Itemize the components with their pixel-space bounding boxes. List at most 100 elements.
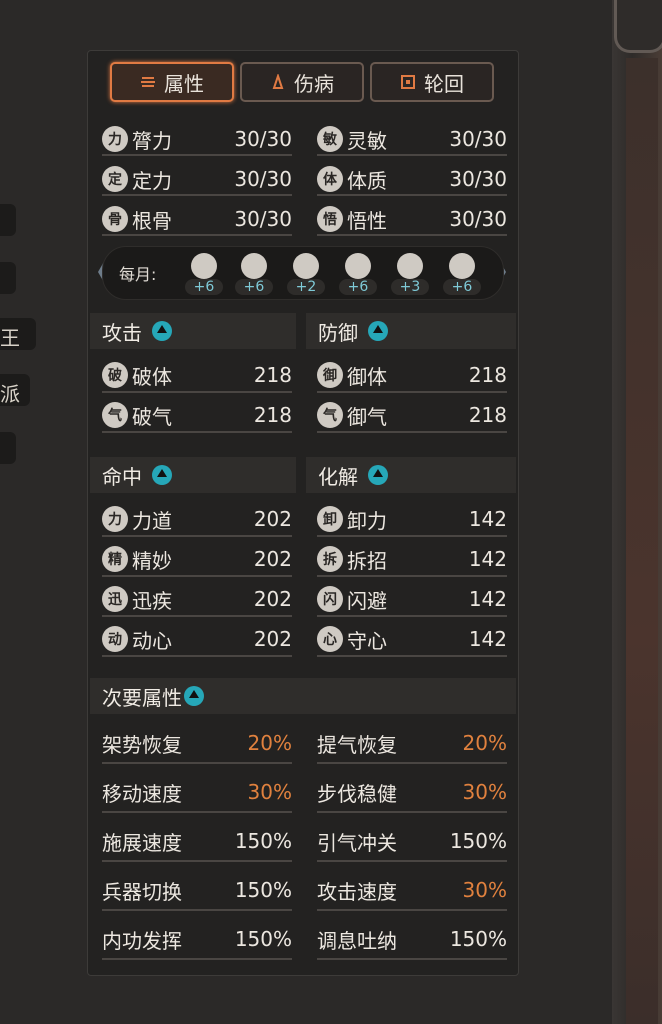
- divider: [102, 860, 292, 862]
- arm-icon: [191, 253, 217, 279]
- section-title: 攻击: [102, 320, 142, 345]
- left-tab-stub[interactable]: 王: [0, 318, 36, 350]
- tab-injuries[interactable]: 伤病: [240, 62, 364, 102]
- up-arrow-icon[interactable]: [184, 686, 204, 706]
- heart-hand-icon: 动: [102, 626, 128, 652]
- secondary-label: 调息吐纳: [317, 928, 397, 953]
- stat-row: 迅迅疾 202: [102, 582, 292, 616]
- secondary-row: 架势恢复 20%: [102, 726, 292, 760]
- stat-label: 守心: [347, 628, 387, 653]
- section-attack: 攻击: [90, 313, 296, 349]
- stat-row: 精精妙 202: [102, 542, 292, 576]
- divider: [102, 615, 292, 617]
- attribute-row: 悟 悟性 30/30: [317, 202, 507, 236]
- lightning-icon: 闪: [317, 586, 343, 612]
- stat-row: 心守心 142: [317, 622, 507, 656]
- stat-value: 202: [253, 547, 292, 571]
- stat-row: 闪闪避 142: [317, 582, 507, 616]
- secondary-row: 提气恢复 20%: [317, 726, 507, 760]
- secondary-label: 引气冲关: [317, 830, 397, 855]
- heart-icon: 心: [317, 626, 343, 652]
- side-panel-edge: [626, 58, 658, 1024]
- attribute-label: 体质: [347, 168, 387, 193]
- secondary-row: 调息吐纳 150%: [317, 922, 507, 956]
- left-tab-stub[interactable]: [0, 204, 16, 236]
- stat-value: 202: [253, 627, 292, 651]
- stat-row: 力力道 202: [102, 502, 292, 536]
- secondary-value: 150%: [449, 829, 507, 853]
- section-defense: 防御: [306, 313, 516, 349]
- stat-label: 拆招: [347, 548, 387, 573]
- stat-value: 142: [468, 627, 507, 651]
- layers-icon: [141, 77, 155, 87]
- secondary-label: 移动速度: [102, 781, 182, 806]
- mountain-icon: 定: [102, 166, 128, 192]
- up-arrow-icon[interactable]: [152, 465, 172, 485]
- stat-label: 破体: [132, 364, 172, 389]
- attribute-row: 骨 根骨 30/30: [102, 202, 292, 236]
- left-tab-stub[interactable]: 派: [0, 374, 30, 406]
- divider: [102, 391, 292, 393]
- attribute-value: 30/30: [234, 167, 292, 191]
- stat-value: 142: [468, 507, 507, 531]
- bones-icon: [345, 253, 371, 279]
- stat-value: 218: [253, 403, 292, 427]
- attribute-label: 根骨: [132, 208, 172, 233]
- stat-row: 气御气 218: [317, 398, 507, 432]
- stat-label: 御体: [347, 364, 387, 389]
- right-frame-decoration: [612, 0, 662, 1024]
- stat-row: 卸卸力 142: [317, 502, 507, 536]
- up-arrow-icon[interactable]: [152, 321, 172, 341]
- stat-row: 动动心 202: [102, 622, 292, 656]
- monthly-value: +6: [185, 279, 223, 295]
- up-arrow-icon[interactable]: [368, 465, 388, 485]
- secondary-label: 架势恢复: [102, 732, 182, 757]
- divider: [317, 575, 507, 577]
- secondary-value: 150%: [234, 878, 292, 902]
- monthly-item: +6: [185, 253, 223, 297]
- aura-icon: 气: [317, 402, 343, 428]
- tab-attributes[interactable]: 属性: [110, 62, 234, 102]
- secondary-label: 兵器切换: [102, 879, 182, 904]
- section-hit: 命中: [90, 457, 296, 493]
- stat-value: 218: [253, 363, 292, 387]
- secondary-row: 施展速度 150%: [102, 824, 292, 858]
- secondary-row: 移动速度 30%: [102, 775, 292, 809]
- bones-icon: 骨: [102, 206, 128, 232]
- up-arrow-icon[interactable]: [368, 321, 388, 341]
- secondary-value: 20%: [247, 731, 292, 755]
- left-tab-stub[interactable]: [0, 432, 16, 464]
- burst-icon: 破: [102, 362, 128, 388]
- brush-icon: [449, 253, 475, 279]
- stat-label: 卸力: [347, 508, 387, 533]
- left-tab-stub[interactable]: [0, 262, 16, 294]
- stat-value: 218: [468, 363, 507, 387]
- secondary-row: 内功发挥 150%: [102, 922, 292, 956]
- fist-icon: 力: [102, 506, 128, 532]
- stat-row: 拆拆招 142: [317, 542, 507, 576]
- tab-reincarnation[interactable]: 轮回: [370, 62, 494, 102]
- attribute-label: 膂力: [132, 128, 172, 153]
- stat-value: 142: [468, 587, 507, 611]
- left-tab-label: 派: [0, 382, 20, 406]
- stat-value: 142: [468, 547, 507, 571]
- secondary-label: 攻击速度: [317, 879, 397, 904]
- divider: [317, 655, 507, 657]
- stat-value: 202: [253, 507, 292, 531]
- monthly-value: +6: [235, 279, 273, 295]
- secondary-label: 施展速度: [102, 830, 182, 855]
- divider: [102, 762, 292, 764]
- divider: [102, 431, 292, 433]
- secondary-label: 步伐稳健: [317, 781, 397, 806]
- torso-icon: 体: [317, 166, 343, 192]
- dash-icon: 迅: [102, 586, 128, 612]
- monthly-value: +2: [287, 279, 325, 295]
- attribute-value: 30/30: [449, 207, 507, 231]
- stat-label: 精妙: [132, 548, 172, 573]
- divider: [317, 431, 507, 433]
- secondary-value: 150%: [234, 829, 292, 853]
- monthly-label: 每月:: [119, 265, 157, 284]
- secondary-value: 30%: [462, 780, 507, 804]
- stat-label: 动心: [132, 628, 172, 653]
- stat-label: 御气: [347, 404, 387, 429]
